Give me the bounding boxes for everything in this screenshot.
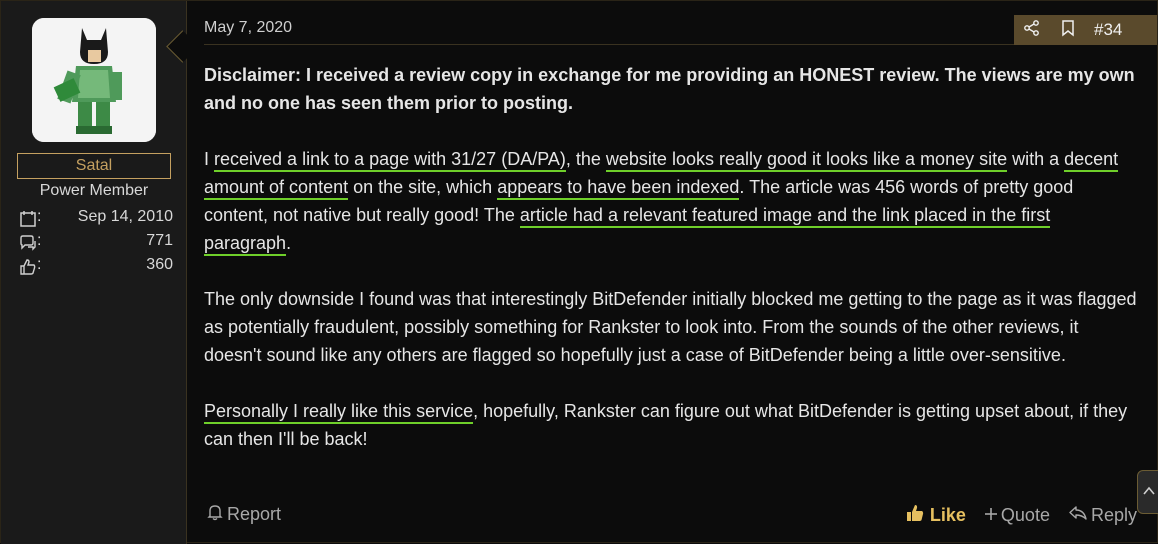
thumbs-up-icon [905, 503, 925, 528]
like-button[interactable]: Like [905, 503, 966, 528]
text-segment: on the site, which [348, 177, 498, 197]
quote-label: Quote [1000, 505, 1050, 525]
plus-icon [984, 505, 998, 526]
review-paragraph: I received a link to a page with 31/27 (… [204, 145, 1137, 257]
stat-colon: : [37, 256, 42, 273]
post-body: Disclaimer: I received a review copy in … [204, 61, 1137, 481]
like-label: Like [929, 505, 966, 525]
report-label: Report [227, 504, 282, 524]
downside-paragraph: The only downside I found was that inter… [204, 289, 1137, 365]
stat-joined: : Sep 14, 2010 [19, 208, 173, 230]
chevron-up-icon [1143, 483, 1155, 501]
post-main: May 7, 2020 #34 Disclaimer: I received a… [187, 1, 1157, 542]
stat-colon: : [37, 208, 42, 225]
post-number-link[interactable]: #34 [1094, 20, 1122, 40]
highlighted-text: website looks really good it looks like … [605, 149, 1008, 172]
text-segment: I [204, 149, 215, 169]
share-button[interactable] [1014, 15, 1050, 45]
highlighted-text: appears to have been indexed [497, 177, 740, 200]
stat-reactions: : 360 [19, 256, 173, 278]
calendar-icon [19, 210, 37, 228]
bell-icon [207, 503, 223, 526]
post-actions-bar: #34 [1014, 15, 1157, 45]
quote-button[interactable]: Quote [984, 505, 1050, 526]
highlighted-text: Personally I really like this service [204, 401, 474, 424]
text-segment: with a [1007, 149, 1065, 169]
reply-button[interactable]: Reply [1068, 505, 1137, 526]
post-footer: Report Like Quote Reply [204, 503, 1157, 531]
reply-icon [1068, 505, 1088, 526]
stat-value: 771 [146, 232, 173, 249]
user-info-column: Satal Power Member : Sep 14, 2010 : 771 … [1, 1, 187, 544]
bookmark-button[interactable] [1050, 15, 1086, 45]
conclusion-paragraph: Personally I really like this service, h… [204, 397, 1137, 453]
reply-label: Reply [1090, 505, 1137, 525]
thumbs-up-icon [19, 258, 37, 276]
scroll-to-top-button[interactable] [1137, 470, 1158, 514]
stat-messages: : 771 [19, 232, 173, 254]
stat-colon: : [37, 232, 42, 249]
username[interactable]: Satal [17, 153, 171, 179]
stat-value: Sep 14, 2010 [77, 208, 173, 225]
forum-post: Satal Power Member : Sep 14, 2010 : 771 … [0, 0, 1158, 544]
footer-actions: Like Quote Reply [887, 503, 1137, 528]
highlighted-text: received a link to a page with 31/27 (DA… [214, 149, 566, 172]
avatar[interactable] [32, 18, 156, 142]
text-segment: . [286, 233, 292, 253]
user-title: Power Member [39, 182, 149, 199]
post-date[interactable]: May 7, 2020 [204, 19, 292, 37]
stat-value: 360 [146, 256, 173, 273]
disclaimer-paragraph: Disclaimer: I received a review copy in … [204, 65, 1135, 113]
share-icon [1023, 19, 1041, 42]
bookmark-icon [1060, 19, 1076, 42]
text-segment: , the [565, 149, 606, 169]
messages-icon [19, 234, 37, 252]
report-button[interactable]: Report [207, 503, 281, 526]
